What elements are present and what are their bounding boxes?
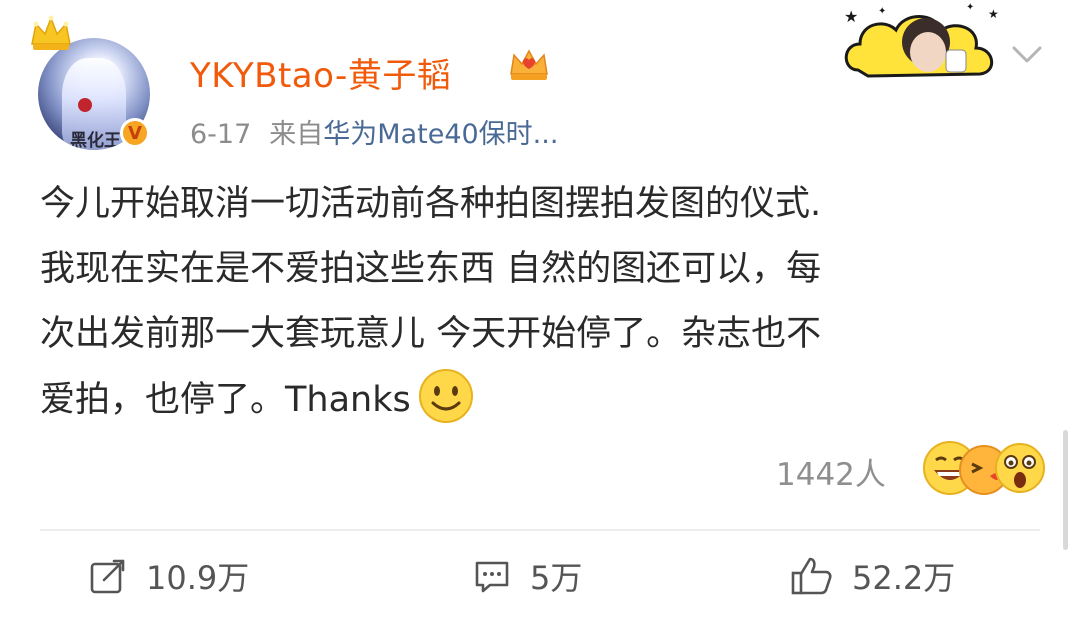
username-link[interactable]: YKYBtao-黄子韬 — [190, 48, 451, 97]
crown-icon — [31, 15, 71, 50]
post-date: 6-17 — [190, 119, 252, 150]
comment-count: 5万 — [530, 559, 583, 597]
like-button[interactable]: 52.2万 — [790, 554, 955, 598]
like-count: 52.2万 — [852, 559, 956, 597]
card-decoration-image[interactable]: ★ ✦ ★ ✦ — [838, 0, 1008, 90]
comment-button[interactable]: 5万 — [472, 554, 582, 598]
surprised-emoji-icon — [995, 443, 1045, 493]
reaction-count[interactable]: 1442人 — [776, 449, 886, 494]
avatar-caption: 黑化王 — [70, 131, 121, 150]
like-icon — [791, 557, 832, 595]
repost-count: 10.9万 — [146, 559, 250, 597]
svg-text:★: ★ — [844, 7, 858, 26]
divider — [40, 529, 1040, 531]
reaction-emojis[interactable] — [918, 436, 1048, 500]
avatar-rose — [78, 98, 92, 112]
svg-text:✦: ✦ — [966, 2, 974, 13]
user-avatar[interactable]: 黑化王 V — [28, 14, 158, 150]
comment-icon — [475, 561, 509, 593]
scrollbar[interactable] — [1063, 430, 1068, 550]
repost-icon — [90, 559, 125, 594]
source-prefix: 来自 — [269, 119, 324, 150]
smile-emoji-icon — [418, 369, 473, 423]
svg-text:★: ★ — [988, 7, 999, 21]
svg-text:✦: ✦ — [878, 6, 886, 17]
chevron-down-icon[interactable] — [1010, 42, 1044, 66]
post-meta: 6-17 来自华为Mate40保时... — [190, 112, 558, 151]
repost-button[interactable]: 10.9万 — [88, 554, 249, 598]
post-body: 今儿开始取消一切活动前各种拍图摆拍发图的仪式. 我现在实在是不爱拍这些东西 自然… — [40, 172, 1045, 433]
member-crown-icon[interactable] — [507, 46, 551, 84]
verified-badge-icon: V — [120, 118, 150, 148]
device-source-link[interactable]: 华为Mate40保时... — [323, 119, 558, 150]
